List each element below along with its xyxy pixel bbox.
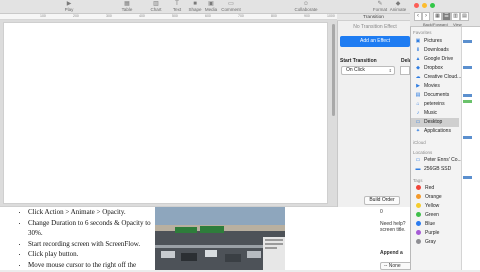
minimize-window-icon[interactable] [422, 3, 427, 8]
finder-file-list[interactable] [461, 27, 480, 270]
icloud-header: iCloud [413, 140, 426, 145]
toolbar-collaborate-button[interactable]: ☺ Collaborate [292, 1, 320, 12]
computer-icon: ▭ [415, 157, 421, 163]
icon-view-button[interactable]: ▦ [433, 12, 442, 21]
ruler-mark: 300 [106, 14, 112, 18]
sidebar-item-applications[interactable]: ✦ Applications [411, 127, 459, 136]
start-transition-select[interactable]: On Click ⇕ [341, 66, 395, 75]
file-thumbnail[interactable] [463, 94, 472, 97]
file-thumbnail[interactable] [463, 176, 472, 179]
favorites-header: Favorites [413, 30, 432, 35]
sidebar-item-desktop[interactable]: ▭ Desktop [411, 118, 459, 127]
delay-field[interactable] [400, 66, 410, 75]
slide-canvas[interactable] [3, 22, 328, 204]
list-item: Change Duration to 6 seconds & Opacity t… [28, 218, 163, 239]
none-dropdown[interactable]: -- None [380, 262, 412, 270]
tag-blue[interactable]: Blue [411, 220, 459, 229]
start-transition-label: Start Transition [340, 58, 377, 64]
list-item: Click Action > Animate > Opacity. [28, 207, 163, 218]
tag-dot-gray [416, 238, 421, 244]
no-transition-label: No Transition Effect [353, 24, 397, 30]
sidebar-line: 0 [380, 209, 383, 215]
tag-purple[interactable]: Purple [411, 229, 459, 238]
sidebar-item-movies[interactable]: ▶ Movies [411, 82, 459, 91]
ruler-mark: 600 [205, 14, 211, 18]
sidebar-item-creative-cloud[interactable]: ☁ Creative Cloud... [411, 73, 462, 82]
sidebar-item-pictures[interactable]: ▣ Pictures [411, 37, 459, 46]
music-icon: ♪ [416, 110, 420, 116]
tab-transition[interactable]: Transition [337, 14, 410, 21]
ruler-mark: 100 [40, 14, 46, 18]
add-effect-button[interactable]: Add an Effect [340, 36, 410, 47]
google-drive-icon: ▲ [415, 56, 421, 62]
sidebar-item-downloads[interactable]: ⬇ Downloads [411, 46, 459, 55]
file-thumbnail[interactable] [463, 40, 472, 43]
keynote-toolbar: ▶ Play ▦ Table ▥ Chart T Text ■ Shape ▣ … [0, 0, 480, 14]
sidebar-item-music[interactable]: ♪ Music [411, 109, 459, 118]
tag-dot-green [416, 211, 421, 217]
home-icon: ⌂ [416, 101, 420, 107]
close-window-icon[interactable] [414, 3, 419, 8]
toolbar-animate-button[interactable]: ◆ Animate [386, 1, 410, 12]
sidebar-item-dropbox[interactable]: ◆ Dropbox [411, 64, 459, 73]
ruler-mark: 1000 [327, 14, 335, 18]
tag-dot-yellow [416, 202, 421, 208]
ruler-mark: 500 [172, 14, 178, 18]
sidebar-item-ssd[interactable]: ▬ 256GB SSD [411, 165, 459, 174]
documents-icon: ▤ [415, 92, 421, 98]
sidebar-line: Append a [380, 250, 403, 256]
tag-dot-purple [416, 229, 421, 235]
list-item: Click play button. [28, 249, 163, 260]
ruler-mark: 400 [139, 14, 145, 18]
document-screenshot-image [155, 207, 285, 270]
sidebar-line: screen title. [380, 227, 406, 233]
gallery-view-button[interactable]: ▤ [460, 12, 469, 21]
chevron-updown-icon: ⇕ [388, 68, 392, 73]
tag-green[interactable]: Green [411, 211, 459, 220]
movies-icon: ▶ [416, 83, 420, 89]
tag-red[interactable]: Red [411, 184, 459, 193]
tag-orange[interactable]: Orange [411, 193, 459, 202]
file-thumbnail[interactable] [463, 136, 472, 139]
ruler-mark: 800 [271, 14, 277, 18]
tag-dot-red [416, 184, 421, 190]
toolbar-comment-button[interactable]: ▭ Comment [219, 1, 243, 12]
downloads-icon: ⬇ [415, 47, 421, 53]
tag-dot-orange [416, 193, 421, 199]
tag-yellow[interactable]: Yellow [411, 202, 459, 211]
canvas-scrollbar[interactable] [332, 24, 335, 116]
applications-icon: ✦ [415, 128, 421, 134]
sidebar-item-computer[interactable]: ▭ Peter Enns' Co... [411, 156, 462, 165]
instruction-steps: Click Action > Animate > Opacity. Change… [16, 207, 163, 270]
sidebar-item-documents[interactable]: ▤ Documents [411, 91, 459, 100]
dropbox-icon: ◆ [416, 65, 420, 71]
toolbar-play-button[interactable]: ▶ Play [57, 1, 81, 12]
ruler-mark: 900 [304, 14, 310, 18]
file-thumbnail[interactable] [463, 66, 472, 69]
sidebar-item-petereins[interactable]: ⌂ petereins [411, 100, 459, 109]
forward-button[interactable]: › [422, 12, 430, 21]
toolbar-table-button[interactable]: ▦ Table [115, 1, 139, 12]
creative-cloud-icon: ☁ [415, 74, 421, 80]
desktop-icon: ▭ [415, 119, 421, 125]
ruler-mark: 200 [73, 14, 79, 18]
tag-gray[interactable]: Gray [411, 238, 459, 247]
start-transition-value: On Click [346, 67, 365, 73]
pictures-icon: ▣ [415, 38, 421, 44]
sidebar-item-google-drive[interactable]: ▲ Google Drive [411, 55, 459, 64]
back-forward-label: Back/Forward [423, 22, 448, 27]
file-thumbnail[interactable] [463, 100, 472, 103]
back-button[interactable]: ‹ [414, 12, 422, 21]
build-order-button[interactable]: Build Order [364, 196, 400, 205]
highway-photo [155, 207, 285, 270]
column-view-button[interactable]: ▥ [451, 12, 460, 21]
ruler-mark: 700 [238, 14, 244, 18]
tag-dot-blue [416, 220, 421, 226]
disk-icon: ▬ [415, 166, 421, 172]
list-view-button[interactable]: ☰ [442, 12, 451, 21]
list-item: Start recording screen with ScreenFlow. [28, 239, 163, 250]
maximize-window-icon[interactable] [430, 3, 435, 8]
list-item: Move mouse cursor to the right off the [28, 260, 163, 271]
